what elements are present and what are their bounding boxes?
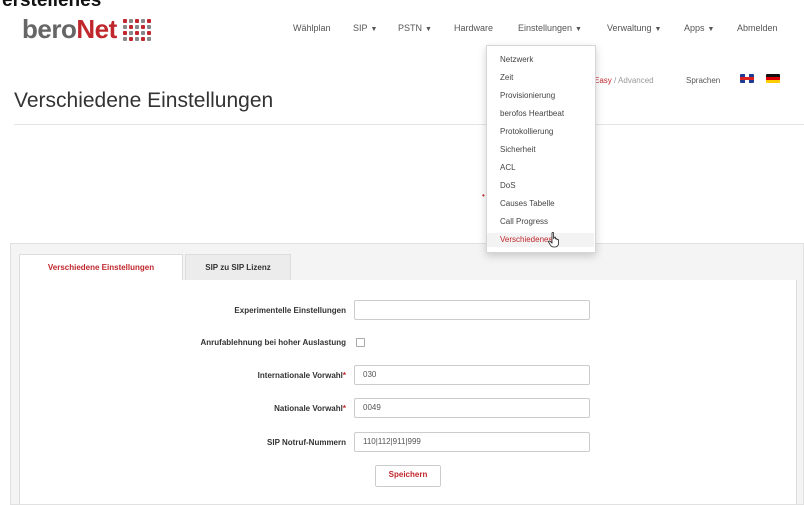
- menu-item-verschiedenes[interactable]: Verschiedenes: [487, 233, 594, 247]
- tab-sip-zu-sip-lizenz[interactable]: SIP zu SIP Lizenz: [185, 254, 291, 281]
- settings-panel: Verschiedene Einstellungen SIP zu SIP Li…: [10, 243, 804, 505]
- german-flag-icon[interactable]: [766, 74, 780, 83]
- title-divider: [14, 124, 804, 125]
- page-title: Verschiedene Einstellungen: [14, 89, 274, 112]
- tab-verschiedene-einstellungen[interactable]: Verschiedene Einstellungen: [19, 254, 183, 281]
- top-navbar: beroNet Wählplan SIP ▼ PSTN ▼ Hardware Ein…: [0, 8, 804, 48]
- menu-item-sicherheit[interactable]: Sicherheit: [500, 145, 536, 154]
- mode-switch: Easy / Advanced: [594, 76, 654, 85]
- chevron-down-icon: ▼: [425, 26, 432, 33]
- mode-easy-link[interactable]: Easy: [594, 76, 612, 85]
- nav-item-waehlplan[interactable]: Wählplan: [293, 23, 331, 33]
- chevron-down-icon: ▼: [370, 26, 378, 33]
- menu-item-berofos-heartbeat[interactable]: berofos Heartbeat: [500, 109, 564, 118]
- reject-high-load-checkbox[interactable]: [356, 338, 365, 347]
- menu-item-causes-tabelle[interactable]: Causes Tabelle: [500, 199, 555, 208]
- nav-item-abmelden[interactable]: Abmelden: [737, 23, 778, 33]
- tab-bar: Verschiedene Einstellungen SIP zu SIP Li…: [19, 254, 795, 281]
- main-navigation: Wählplan SIP ▼ PSTN ▼ Hardware Einstellung…: [0, 23, 804, 41]
- sip-emergency-numbers-label: SIP Notruf-Nummern: [267, 438, 346, 447]
- menu-item-netzwerk[interactable]: Netzwerk: [500, 55, 533, 64]
- settings-dropdown-menu: Netzwerk Zeit Provisionierung berofos He…: [486, 45, 596, 253]
- nav-item-pstn[interactable]: PSTN ▼: [398, 23, 432, 33]
- hand-cursor-icon: [548, 232, 559, 248]
- international-prefix-input[interactable]: 030: [354, 365, 590, 385]
- chevron-down-icon: ▼: [654, 26, 662, 33]
- nav-item-verwaltung[interactable]: Verwaltung ▼: [607, 23, 661, 33]
- red-marker-left: •: [482, 191, 485, 200]
- save-button[interactable]: Speichern: [375, 465, 441, 487]
- menu-item-call-progress[interactable]: Call Progress: [500, 217, 548, 226]
- tab-content: Experimentelle Einstellungen Anrufablehn…: [19, 280, 797, 504]
- national-prefix-label: Nationale Vorwahl*: [274, 404, 346, 413]
- uk-flag-icon[interactable]: [740, 74, 754, 83]
- mode-advanced-link[interactable]: Advanced: [618, 76, 654, 85]
- language-label: Sprachen: [686, 76, 721, 85]
- nav-item-einstellungen[interactable]: Einstellungen ▼: [518, 23, 582, 33]
- chevron-down-icon: ▼: [707, 26, 715, 33]
- nav-item-apps[interactable]: Apps ▼: [684, 23, 714, 33]
- menu-item-acl[interactable]: ACL: [500, 163, 516, 172]
- international-prefix-label: Internationale Vorwahl*: [257, 371, 346, 380]
- menu-item-zeit[interactable]: Zeit: [500, 73, 513, 82]
- reject-high-load-label: Anrufablehnung bei hoher Auslastung: [200, 338, 346, 347]
- menu-item-dos[interactable]: DoS: [500, 181, 516, 190]
- experimental-settings-label: Experimentelle Einstellungen: [234, 306, 346, 315]
- nav-item-hardware[interactable]: Hardware: [454, 23, 493, 33]
- national-prefix-input[interactable]: 0049: [354, 398, 590, 418]
- experimental-settings-input[interactable]: [354, 300, 590, 320]
- chevron-down-icon: ▼: [575, 26, 582, 33]
- menu-item-provisionierung[interactable]: Provisionierung: [500, 91, 555, 100]
- nav-item-sip[interactable]: SIP ▼: [353, 23, 377, 33]
- sip-emergency-numbers-input[interactable]: 110|112|911|999: [354, 432, 590, 452]
- menu-item-protokollierung[interactable]: Protokollierung: [500, 127, 553, 136]
